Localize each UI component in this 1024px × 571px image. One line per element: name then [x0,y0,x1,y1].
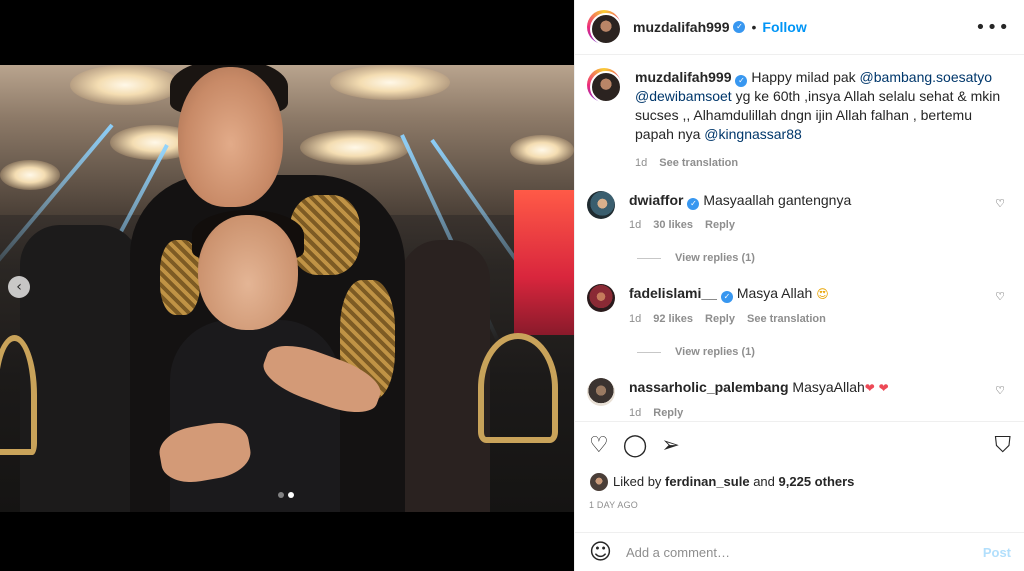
see-translation-button[interactable]: See translation [659,154,738,173]
boy-face [198,215,298,330]
emoji-icon[interactable]: ☺ [589,540,612,565]
share-icon[interactable]: ➢ [661,434,679,458]
emoji: 😍 [816,287,829,301]
comment-likes[interactable]: 92 likes [653,310,693,329]
mention-link[interactable]: @bambang.soesatyo [860,69,993,85]
bookmark-icon[interactable]: ⛉ [994,434,1011,458]
liked-prefix: Liked by [613,473,662,489]
comment-icon[interactable]: ◯ [623,434,648,458]
view-replies-label: View replies (1) [675,252,755,264]
avatar[interactable] [587,378,615,406]
heart-icon[interactable]: ♡ [995,197,1005,210]
heart-icon[interactable]: ♡ [995,290,1005,303]
liked-mid: and [753,473,775,489]
avatar[interactable] [589,472,609,492]
avatar[interactable] [587,10,622,45]
view-replies-label: View replies (1) [675,346,755,358]
comment-username[interactable]: fadelislami__ [629,285,717,301]
avatar[interactable] [587,284,615,312]
carousel-dot-active [288,492,294,498]
see-translation-button[interactable]: See translation [747,310,826,329]
heart-icon[interactable]: ♡ [589,434,609,458]
separator: • [751,19,757,35]
comment-username[interactable]: dwiaffor [629,192,683,208]
post-media: ‹ [0,0,574,571]
post-photo[interactable] [0,65,574,512]
follow-button[interactable]: Follow [762,19,806,35]
heart-icon[interactable]: ♡ [995,384,1005,397]
caption-text: Happy milad pak [751,69,860,85]
stage-screen [514,190,574,335]
boy-body [170,320,340,512]
chandelier [510,135,574,165]
post-button[interactable]: Post [983,545,1011,560]
verified-icon: ✓ [735,75,748,87]
post-panel: muzdalifah999 ✓ • Follow ••• muzdalifah9… [574,0,1024,571]
carousel-dot [278,492,284,498]
comment-item: nassarholic_palembang MasyaAllah❤ ❤ 1d R… [587,378,1011,420]
post-username[interactable]: muzdalifah999 [633,19,729,35]
view-replies-button[interactable]: View replies (1) [637,346,1011,358]
comment-time[interactable]: 1d [629,404,641,420]
emoji: ❤ ❤ [864,381,889,395]
post-header: muzdalifah999 ✓ • Follow ••• [575,0,1024,55]
avatar[interactable] [587,191,615,219]
caption-username[interactable]: muzdalifah999 [635,69,731,85]
mention-link[interactable]: @kingnassar88 [704,126,802,142]
comment-likes[interactable]: 30 likes [653,216,693,235]
divider [637,257,661,259]
chair [478,333,558,443]
comment-text: MasyaAllah [792,379,865,395]
caption: muzdalifah999 ✓ Happy milad pak @bambang.… [587,68,1011,173]
comment-text: Masya Allah [736,285,813,301]
reply-button[interactable]: Reply [653,404,683,420]
post-timestamp[interactable]: 1 DAY AGO [589,500,1011,510]
liked-by: Liked by ferdinan_sule and 9,225 others [589,472,1011,492]
carousel-dots [278,492,294,498]
verified-icon: ✓ [687,198,700,210]
liked-user-link[interactable]: ferdinan_sule [665,474,750,489]
add-comment-bar: ☺ Add a comment… Post [575,532,1024,571]
reply-button[interactable]: Reply [705,216,735,235]
chevron-left-icon[interactable]: ‹ [8,276,30,298]
comments-list[interactable]: muzdalifah999 ✓ Happy milad pak @bambang.… [575,56,1024,420]
comment-username[interactable]: nassarholic_palembang [629,379,789,395]
verified-icon: ✓ [733,21,746,33]
comment-time[interactable]: 1d [629,216,641,235]
comment-item: fadelislami__ ✓ Masya Allah 😍 1d 92 likes… [587,284,1011,329]
mention-link[interactable]: @dewibamsoet [635,88,732,104]
post-actions: ♡ ◯ ➢ ⛉ Liked by ferdinan_sule and 9,225… [575,421,1024,510]
man-face [178,67,283,207]
guest-figure [20,225,140,512]
action-icons: ♡ ◯ ➢ ⛉ [589,434,1011,458]
guest-figure [400,240,490,512]
divider [637,351,661,353]
comment-item: dwiaffor ✓ Masyaallah gantengnya 1d 30 li… [587,191,1011,235]
reply-button[interactable]: Reply [705,310,735,329]
avatar[interactable] [587,68,622,103]
caption-time[interactable]: 1d [635,154,647,173]
comment-time[interactable]: 1d [629,310,641,329]
comment-input[interactable]: Add a comment… [626,545,983,560]
verified-icon: ✓ [720,291,733,303]
liked-others-link[interactable]: 9,225 others [779,474,855,489]
more-options-icon[interactable]: ••• [975,17,1010,38]
view-replies-button[interactable]: View replies (1) [637,252,1011,264]
chandelier [0,160,60,190]
comment-text: Masyaallah gantengnya [703,192,852,208]
